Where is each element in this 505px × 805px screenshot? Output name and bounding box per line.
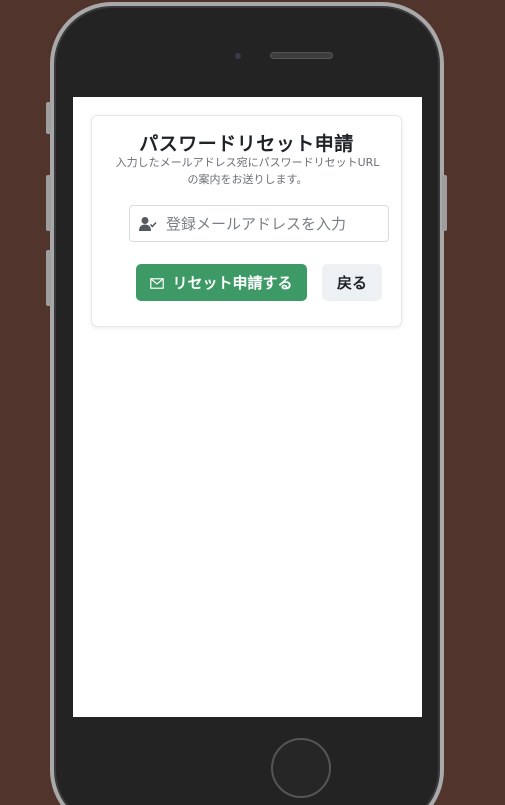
- mail-icon: [150, 277, 165, 289]
- description-line-1: 入力したメールアドレス宛にパスワードリセットURL: [115, 156, 380, 169]
- home-button[interactable]: [271, 738, 331, 798]
- page-background: パスワードリセット申請 入力したメールアドレス宛にパスワードリセットURL の案…: [0, 0, 505, 805]
- phone-screen: パスワードリセット申請 入力したメールアドレス宛にパスワードリセットURL の案…: [73, 97, 422, 717]
- description-line-2: の案内をお送りします。: [187, 173, 308, 186]
- power-button: [442, 175, 447, 231]
- volume-up-button: [46, 175, 51, 231]
- camera-icon: [235, 53, 241, 59]
- email-field[interactable]: [129, 205, 389, 242]
- password-reset-card: パスワードリセット申請 入力したメールアドレス宛にパスワードリセットURL の案…: [91, 115, 402, 327]
- reset-request-label: リセット申請する: [172, 274, 293, 292]
- page-title: パスワードリセット申請: [139, 133, 354, 155]
- description: 入力したメールアドレス宛にパスワードリセットURL の案内をお送りします。: [112, 154, 383, 188]
- back-label: 戻る: [336, 274, 367, 292]
- mute-switch: [46, 102, 51, 134]
- volume-down-button: [46, 250, 51, 306]
- reset-request-button[interactable]: リセット申請する: [136, 264, 307, 301]
- back-button[interactable]: 戻る: [322, 264, 382, 301]
- speaker-grille: [270, 52, 333, 59]
- user-check-icon: [139, 217, 157, 231]
- email-input[interactable]: [166, 206, 382, 241]
